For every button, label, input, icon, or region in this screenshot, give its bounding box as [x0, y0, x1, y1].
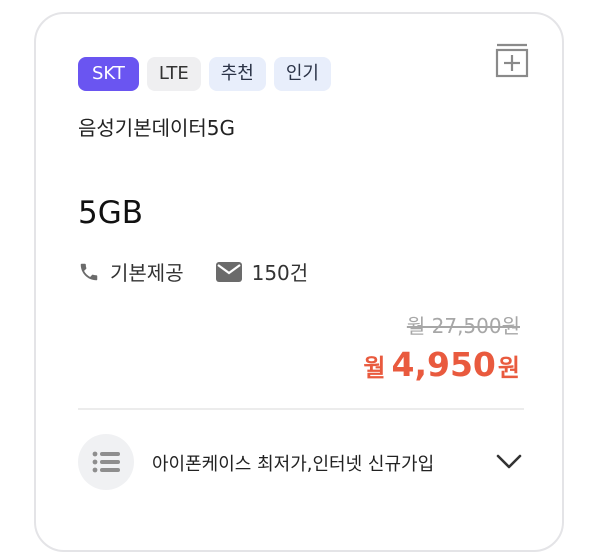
- chevron-down-icon[interactable]: [496, 454, 522, 470]
- add-to-compare-button[interactable]: [494, 42, 530, 78]
- voice-label: 기본제공: [110, 261, 184, 285]
- phone-icon: [80, 263, 98, 280]
- sale-price-amount: 4,950: [391, 345, 496, 384]
- original-price: 월 27,500원: [406, 314, 520, 338]
- plan-name: 음성기본데이터5G: [78, 116, 236, 140]
- sale-price: 월 4,950원: [363, 345, 520, 384]
- carrier-tag: SKT: [78, 57, 139, 91]
- benefits-text: 아이폰케이스 최저가,인터넷 신규가입: [152, 454, 435, 475]
- plan-features: 기본제공 150건: [78, 257, 308, 286]
- data-amount: 5GB: [78, 195, 144, 231]
- sale-price-suffix: 원: [497, 354, 520, 382]
- envelope-icon: [215, 261, 242, 282]
- popular-tag: 인기: [273, 57, 331, 91]
- voice-feature: 기본제공: [78, 257, 184, 286]
- network-tag: LTE: [146, 57, 201, 91]
- plan-tags: SKT LTE 추천 인기: [78, 57, 331, 91]
- divider: [78, 408, 524, 410]
- sale-price-prefix: 월: [363, 354, 386, 382]
- add-to-compare-icon: [495, 43, 529, 78]
- list-icon: [92, 451, 120, 473]
- plan-card[interactable]: SKT LTE 추천 인기 음성기본데이터5G 5GB 기본제공 150건 월 …: [34, 12, 564, 552]
- sms-label: 150건: [251, 261, 309, 285]
- benefits-icon-badge: [78, 434, 134, 490]
- benefits-row[interactable]: 아이폰케이스 최저가,인터넷 신규가입: [78, 434, 524, 492]
- recommend-tag: 추천: [208, 57, 266, 91]
- sms-feature: 150건: [215, 257, 309, 286]
